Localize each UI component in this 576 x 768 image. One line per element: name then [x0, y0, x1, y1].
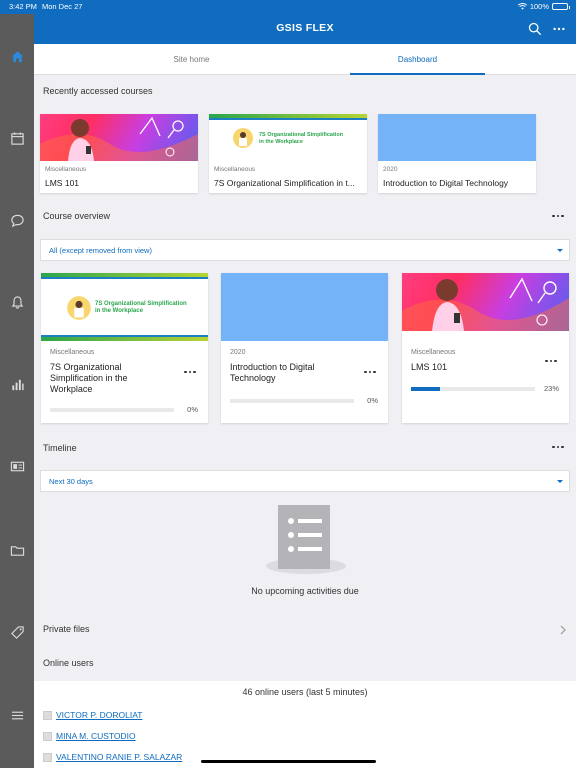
- course-name: LMS 101: [411, 362, 448, 372]
- status-date: Mon Dec 27: [42, 2, 83, 11]
- menu-icon: [11, 711, 23, 719]
- course-progress-label: 0%: [187, 405, 198, 414]
- app-header: GSIS FLEX: [34, 14, 576, 44]
- tag-icon: [10, 625, 24, 639]
- avatar: [43, 752, 52, 762]
- wifi-icon: [517, 3, 527, 10]
- course-banner-text: 7S Organizational Simplification in the W…: [259, 132, 344, 145]
- status-time: 3:42 PM: [9, 2, 37, 11]
- search-button[interactable]: [524, 18, 546, 40]
- sidebar-item-notifications[interactable]: [0, 287, 34, 317]
- course-more-button[interactable]: [543, 355, 559, 367]
- chevron-right-icon: [560, 625, 566, 635]
- online-users-title: Online users: [43, 658, 94, 668]
- avatar: [43, 710, 52, 720]
- course-category: Miscellaneous: [411, 349, 456, 356]
- battery-icon: [552, 3, 570, 10]
- sidebar-item-grades[interactable]: [0, 369, 34, 399]
- main-sidebar: [0, 14, 34, 768]
- course-banner-text: 7S Organizational Simplification in the W…: [95, 301, 187, 315]
- course-category: 2020: [230, 349, 246, 356]
- course-progress-bar: [50, 408, 174, 412]
- list-item: VICTOR P. DOROLIAT: [43, 710, 142, 720]
- empty-list-icon: [266, 505, 346, 574]
- course-name: Introduction to Digital Technology: [383, 178, 509, 188]
- header-more-button[interactable]: [548, 18, 570, 40]
- sidebar-item-messages[interactable]: [0, 205, 34, 235]
- avatar: [43, 731, 52, 741]
- status-bar: 3:42 PM Mon Dec 27 100%: [0, 0, 576, 14]
- private-files-row[interactable]: Private files: [34, 613, 576, 646]
- course-image: [378, 114, 536, 161]
- course-more-button[interactable]: [362, 366, 378, 378]
- course-category: Miscellaneous: [50, 349, 95, 356]
- folder-icon: [10, 545, 24, 556]
- user-link[interactable]: VICTOR P. DOROLIAT: [56, 710, 142, 720]
- tab-site-home[interactable]: Site home: [124, 44, 259, 75]
- sidebar-item-tags[interactable]: [0, 617, 34, 647]
- course-category: Miscellaneous: [45, 166, 87, 173]
- course-progress-bar: [230, 399, 354, 403]
- calendar-icon: [10, 131, 24, 145]
- course-progress-bar: [411, 387, 535, 391]
- course-progress-label: 0%: [367, 396, 378, 405]
- home-icon: [11, 50, 23, 62]
- course-filter-value: All (except removed from view): [49, 245, 152, 255]
- list-item: VALENTINO RANIE P. SALAZAR: [43, 752, 182, 762]
- recent-course-card[interactable]: 7S Organizational Simplification in the W…: [209, 114, 367, 193]
- timeline-empty-message: No upcoming activities due: [251, 586, 359, 596]
- course-image: [402, 273, 569, 331]
- tab-bar: Site home Dashboard: [34, 44, 576, 75]
- course-category: Miscellaneous: [214, 166, 256, 173]
- course-category: 2020: [383, 166, 398, 173]
- sidebar-item-home[interactable]: [0, 41, 34, 71]
- private-files-label: Private files: [43, 624, 90, 634]
- bell-icon: [11, 295, 23, 309]
- list-item: MINA M. CUSTODIO: [43, 731, 136, 741]
- course-name: Introduction to Digital Technology: [230, 362, 315, 383]
- sidebar-item-calendar[interactable]: [0, 123, 34, 153]
- more-horizontal-icon: [553, 27, 565, 31]
- course-overview-more-button[interactable]: [550, 210, 566, 222]
- bar-chart-icon: [11, 379, 24, 390]
- course-card[interactable]: 2020 Introduction to Digital Technology …: [221, 273, 388, 423]
- course-image: 7S Organizational Simplification in the W…: [41, 273, 208, 341]
- sidebar-item-files[interactable]: [0, 535, 34, 565]
- sidebar-item-badges[interactable]: [0, 451, 34, 481]
- course-filter-select[interactable]: All (except removed from view): [40, 239, 570, 261]
- course-more-button[interactable]: [182, 366, 198, 378]
- course-name: 7S Organizational Simplification in t...: [214, 178, 355, 188]
- status-right: 100%: [517, 2, 570, 11]
- chevron-down-icon: [557, 249, 563, 252]
- timeline-filter-value: Next 30 days: [49, 476, 93, 486]
- page-title: GSIS FLEX: [276, 22, 334, 34]
- course-image: [40, 114, 198, 161]
- course-name: 7S Organizational Simplification in the …: [50, 362, 128, 394]
- course-image: [221, 273, 388, 341]
- chevron-down-icon: [557, 480, 563, 483]
- timeline-filter-select[interactable]: Next 30 days: [40, 470, 570, 492]
- search-icon: [528, 22, 542, 36]
- timeline-title: Timeline: [43, 443, 77, 453]
- online-users-summary: 46 online users (last 5 minutes): [242, 687, 368, 697]
- course-card[interactable]: Miscellaneous LMS 101 23%: [402, 273, 569, 423]
- battery-percent: 100%: [529, 2, 549, 11]
- home-indicator[interactable]: [201, 760, 376, 763]
- user-link[interactable]: MINA M. CUSTODIO: [56, 731, 136, 741]
- recent-course-card[interactable]: 2020 Introduction to Digital Technology: [378, 114, 536, 193]
- id-card-icon: [10, 461, 24, 471]
- tab-dashboard[interactable]: Dashboard: [350, 44, 485, 75]
- course-progress-label: 23%: [543, 384, 559, 393]
- course-image: 7S Organizational Simplification in the W…: [209, 114, 367, 161]
- chat-bubble-icon: [10, 214, 24, 227]
- course-overview-title: Course overview: [43, 211, 111, 221]
- course-name: LMS 101: [45, 178, 80, 188]
- user-link[interactable]: VALENTINO RANIE P. SALAZAR: [56, 752, 182, 762]
- recent-courses-title: Recently accessed courses: [43, 86, 153, 96]
- timeline-more-button[interactable]: [550, 441, 566, 453]
- course-card[interactable]: 7S Organizational Simplification in the W…: [41, 273, 208, 423]
- recent-course-card[interactable]: Miscellaneous LMS 101: [40, 114, 198, 193]
- sidebar-item-menu[interactable]: [0, 700, 34, 730]
